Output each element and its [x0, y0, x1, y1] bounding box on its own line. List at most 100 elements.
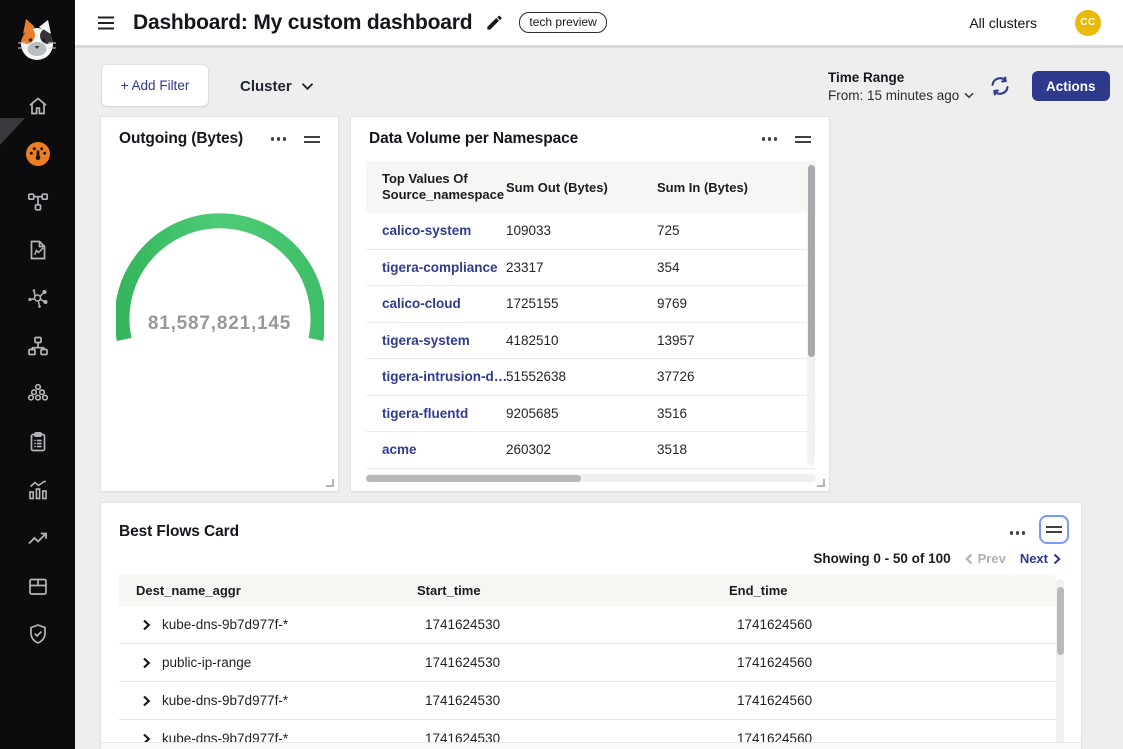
start-time-cell: 1741624530	[413, 693, 725, 708]
resize-grip[interactable]	[817, 479, 825, 487]
shield-check-icon	[26, 622, 50, 646]
card-data-volume: Data Volume per Namespace Top Values Of …	[350, 116, 830, 492]
chevron-left-icon	[965, 553, 973, 565]
sidebar-item-timeline[interactable]	[0, 514, 75, 562]
avatar[interactable]: CC	[1075, 10, 1101, 36]
chevron-down-icon	[964, 92, 974, 99]
namespace-link[interactable]: calico-system	[366, 223, 506, 238]
expand-row-button[interactable]	[141, 695, 152, 707]
drag-handle-icon[interactable]	[1039, 515, 1069, 544]
scrollbar-thumb[interactable]	[366, 475, 581, 482]
table-row: calico-cloud 1725155 9769	[366, 286, 816, 323]
column-header: Top Values Of Source_namespace	[366, 171, 506, 204]
namespace-link[interactable]: tigera-compliance	[366, 260, 506, 275]
sum-out-cell: 260302	[506, 442, 657, 457]
next-label: Next	[1020, 551, 1048, 566]
time-range-label: Time Range	[828, 70, 974, 85]
sidebar-item-activity[interactable]	[0, 466, 75, 514]
sum-in-cell: 13957	[657, 333, 807, 348]
cluster-dropdown[interactable]: Cluster	[240, 74, 314, 98]
chevron-right-icon	[1053, 553, 1061, 565]
more-options-icon[interactable]	[758, 133, 782, 145]
table-row: acme 260302 3518	[366, 432, 816, 469]
table-row: tigera-intrusion-d… 51552638 37726	[366, 359, 816, 396]
card-best-flows: Best Flows Card Showing 0 - 50 of 100 Pr…	[100, 502, 1082, 749]
chevron-right-icon	[141, 657, 152, 669]
data-volume-table: Top Values Of Source_namespace Sum Out (…	[366, 161, 816, 469]
sidebar-item-endpoints[interactable]	[0, 322, 75, 370]
menu-button[interactable]	[93, 10, 119, 36]
hamburger-icon	[95, 12, 117, 34]
sidebar-item-clusters[interactable]	[0, 370, 75, 418]
sidebar-item-packages[interactable]	[0, 562, 75, 610]
scrollbar-thumb[interactable]	[1057, 587, 1064, 655]
next-page-button[interactable]: Next	[1020, 551, 1061, 566]
horizontal-scrollbar-track	[101, 742, 1081, 749]
calico-cat-logo[interactable]	[14, 16, 60, 66]
tech-preview-badge: tech preview	[519, 12, 606, 33]
sum-out-cell: 109033	[506, 223, 657, 238]
sidebar-item-service-graph[interactable]	[0, 178, 75, 226]
end-time-cell: 1741624560	[725, 693, 1045, 708]
column-header: Dest_name_aggr	[119, 583, 413, 598]
vertical-scrollbar	[1056, 579, 1064, 749]
refresh-icon	[988, 74, 1012, 98]
card-title: Data Volume per Namespace	[369, 130, 758, 148]
cluster-dropdown-label: Cluster	[240, 78, 292, 95]
actions-button[interactable]: Actions	[1032, 71, 1110, 101]
sidebar-item-dashboards[interactable]	[0, 130, 75, 178]
time-range: Time Range From: 15 minutes ago	[828, 70, 974, 103]
top-header: Dashboard: My custom dashboard tech prev…	[75, 0, 1123, 48]
time-range-value[interactable]: From: 15 minutes ago	[828, 88, 974, 103]
sidebar-item-compliance[interactable]	[0, 418, 75, 466]
scrollbar-thumb[interactable]	[808, 165, 815, 357]
namespace-link[interactable]: acme	[366, 442, 506, 457]
edit-dashboard-button[interactable]	[485, 13, 504, 32]
box-icon	[26, 574, 50, 598]
resize-grip[interactable]	[326, 479, 334, 487]
chevron-right-icon	[141, 619, 152, 631]
namespace-link[interactable]: tigera-system	[366, 333, 506, 348]
sidebar-nav	[0, 82, 75, 658]
sidebar-item-threat-defense[interactable]	[0, 610, 75, 658]
namespace-link[interactable]: calico-cloud	[366, 296, 506, 311]
sum-in-cell: 37726	[657, 369, 807, 384]
drag-handle-icon[interactable]	[791, 132, 815, 147]
table-row: public-ip-range 1741624530 1741624560	[119, 644, 1056, 682]
namespace-link[interactable]: tigera-fluentd	[366, 406, 506, 421]
table-row: tigera-compliance 23317 354	[366, 250, 816, 287]
table-row: calico-system 109033 725	[366, 213, 816, 250]
pagination: Showing 0 - 50 of 100 Prev Next	[813, 551, 1061, 566]
endpoints-icon	[26, 334, 50, 358]
column-header: Sum In (Bytes)	[657, 180, 807, 195]
table-header-row: Top Values Of Source_namespace Sum Out (…	[366, 161, 816, 213]
drag-handle-icon[interactable]	[300, 132, 324, 147]
sum-in-cell: 9769	[657, 296, 807, 311]
expand-row-button[interactable]	[141, 657, 152, 669]
prev-page-button[interactable]: Prev	[965, 551, 1006, 566]
service-graph-icon	[26, 190, 50, 214]
dest-name-cell: kube-dns-9b7d977f-*	[162, 693, 288, 708]
start-time-cell: 1741624530	[413, 655, 725, 670]
sidebar-item-policies[interactable]	[0, 226, 75, 274]
sidebar-item-network-sets[interactable]	[0, 274, 75, 322]
table-row: tigera-fluentd 9205685 3516	[366, 396, 816, 433]
vertical-scrollbar	[807, 163, 815, 466]
sidebar-item-home[interactable]	[0, 82, 75, 130]
column-header: End_time	[725, 583, 1045, 598]
calico-cat-logo-icon	[14, 16, 60, 66]
table-header-row: Dest_name_aggr Start_time End_time	[119, 575, 1056, 606]
more-options-icon[interactable]	[1006, 527, 1030, 539]
refresh-button[interactable]	[987, 74, 1013, 100]
add-filter-button[interactable]: + Add Filter	[102, 65, 208, 106]
clipboard-icon	[26, 430, 50, 454]
pencil-icon	[485, 13, 504, 32]
namespace-link[interactable]: tigera-intrusion-d…	[366, 369, 506, 384]
all-clusters-selector[interactable]: All clusters	[969, 15, 1037, 31]
expand-row-button[interactable]	[141, 619, 152, 631]
more-options-icon[interactable]	[267, 133, 291, 145]
column-header: Sum Out (Bytes)	[506, 180, 657, 195]
bar-chart-icon	[26, 478, 50, 502]
prev-label: Prev	[978, 551, 1006, 566]
trend-up-icon	[26, 526, 50, 550]
